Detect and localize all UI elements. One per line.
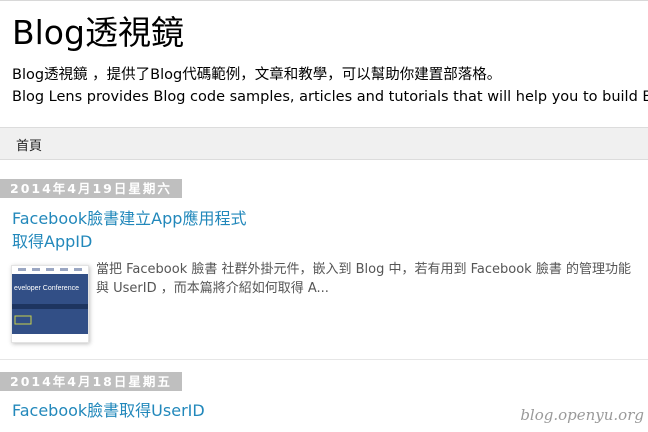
blog-description-en: Blog Lens provides Blog code samples, ar…	[12, 89, 648, 105]
blog-title[interactable]: Blog透視鏡	[12, 12, 184, 54]
post-snippet-line-2: 與 UserID ，而本篇將介紹如何取得 A...	[96, 281, 329, 296]
tab-home[interactable]: 首頁	[16, 135, 42, 154]
post-snippet-line-1: 當把 Facebook 臉書 社群外掛元件，嵌入到 Blog 中，若有用到 Fa…	[96, 262, 631, 277]
post-title-link-continued[interactable]: 取得AppID	[12, 231, 92, 253]
date-header: 2014年4月19日星期六	[0, 179, 182, 198]
thumbnail-caption: eveloper Conference	[14, 285, 79, 292]
watermark: blog.openyu.org	[520, 406, 644, 424]
date-header: 2014年4月18日星期五	[0, 372, 182, 391]
post-title-link[interactable]: Facebook臉書取得UserID	[12, 400, 205, 422]
post-title-link[interactable]: Facebook臉書建立App應用程式	[12, 208, 246, 230]
thumbnail-image: eveloper Conference	[12, 266, 88, 342]
blog-description-zh: Blog透視鏡 ，提供了Blog代碼範例，文章和教學，可以幫助你建置部落格。	[12, 67, 502, 83]
post-thumbnail[interactable]: eveloper Conference	[11, 265, 89, 343]
top-border	[0, 0, 648, 1]
nav-tab-bar: 首頁	[0, 127, 648, 160]
post-snippet: 當把 Facebook 臉書 社群外掛元件，嵌入到 Blog 中，若有用到 Fa…	[96, 260, 648, 298]
post-divider	[0, 359, 648, 360]
